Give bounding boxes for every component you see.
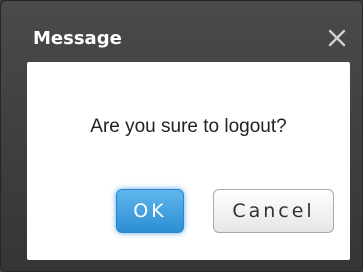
dialog-body: Are you sure to logout? OK Cancel [27,62,350,260]
dialog-title: Message [33,28,122,49]
logout-dialog: Message Are you sure to logout? OK Cance… [0,0,363,272]
cancel-button[interactable]: Cancel [213,189,334,233]
ok-button[interactable]: OK [116,189,184,233]
dialog-titlebar[interactable]: Message [1,1,362,61]
dialog-message: Are you sure to logout? [90,116,287,137]
close-icon[interactable] [324,25,350,51]
